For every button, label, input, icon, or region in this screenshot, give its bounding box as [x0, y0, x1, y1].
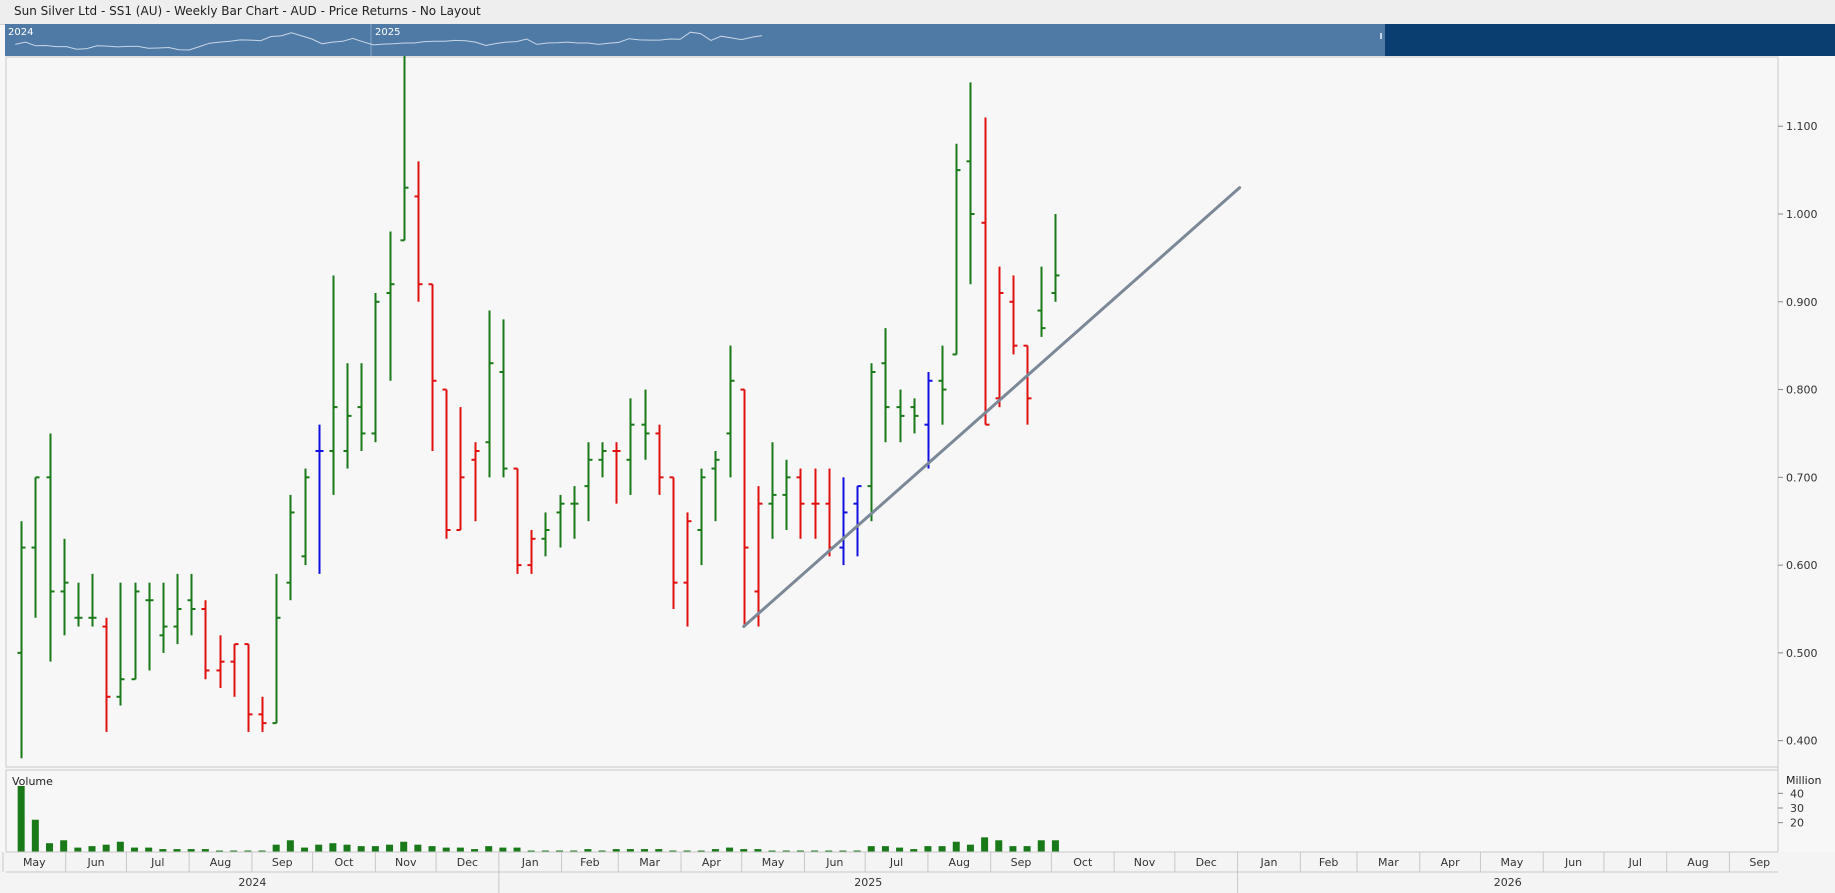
- volume-bar[interactable]: [456, 847, 464, 852]
- volume-bar[interactable]: [60, 840, 68, 852]
- month-label: Aug: [1687, 856, 1708, 869]
- volume-bar[interactable]: [485, 846, 493, 852]
- month-label: May: [1500, 856, 1523, 869]
- volume-bar[interactable]: [357, 846, 365, 852]
- month-label: Jun: [825, 856, 843, 869]
- y-tick-label: 0.600: [1786, 559, 1818, 572]
- y-tick-label: 1.100: [1786, 120, 1818, 133]
- volume-bar[interactable]: [386, 844, 394, 852]
- month-label: Mar: [1378, 856, 1399, 869]
- chart-canvas[interactable]: 2024 2025 1.100 1.000 0.900 0.800 0.700 0.600 0.…: [0, 0, 1835, 893]
- volume-tick-label: 20: [1790, 817, 1804, 830]
- month-label: Jun: [86, 856, 104, 869]
- volume-bar[interactable]: [343, 844, 351, 852]
- month-label: Sep: [272, 856, 293, 869]
- y-tick-label: 1.000: [1786, 208, 1818, 221]
- month-label: May: [762, 856, 785, 869]
- volume-bar[interactable]: [966, 844, 974, 852]
- volume-bar[interactable]: [1023, 846, 1031, 852]
- month-label: Jan: [521, 856, 539, 869]
- volume-bar[interactable]: [400, 841, 408, 852]
- month-label: Jul: [889, 856, 903, 869]
- month-label: Nov: [395, 856, 417, 869]
- volume-tick-label: 40: [1790, 787, 1804, 800]
- volume-bar[interactable]: [881, 846, 889, 852]
- volume-bar[interactable]: [116, 841, 124, 852]
- month-label: Jan: [1259, 856, 1277, 869]
- month-label: Dec: [457, 856, 478, 869]
- month-label: Jul: [150, 856, 164, 869]
- month-label: Dec: [1196, 856, 1217, 869]
- month-label: Jun: [1564, 856, 1582, 869]
- volume-panel: [5, 769, 1779, 853]
- volume-bar[interactable]: [74, 847, 82, 852]
- year-label: 2024: [238, 876, 266, 889]
- month-label: Aug: [210, 856, 231, 869]
- navigator-year-label: 2025: [375, 27, 400, 38]
- navigator-future-region: [1385, 24, 1835, 56]
- volume-unit-label: Million: [1786, 774, 1821, 787]
- volume-bar[interactable]: [1051, 840, 1059, 852]
- year-label: 2026: [1494, 876, 1522, 889]
- volume-bar[interactable]: [952, 841, 960, 852]
- volume-bar[interactable]: [499, 847, 507, 852]
- volume-bar[interactable]: [31, 819, 39, 852]
- volume-bar[interactable]: [414, 844, 422, 852]
- chart-window: Sun Silver Ltd - SS1 (AU) - Weekly Bar C…: [0, 0, 1835, 893]
- volume-bar[interactable]: [1037, 840, 1045, 852]
- y-tick-label: 0.700: [1786, 471, 1818, 484]
- volume-bar[interactable]: [938, 846, 946, 852]
- volume-bar[interactable]: [981, 837, 989, 852]
- volume-bar[interactable]: [46, 843, 54, 852]
- volume-bar[interactable]: [272, 844, 280, 852]
- volume-bar[interactable]: [428, 846, 436, 852]
- month-label: Sep: [1749, 856, 1770, 869]
- volume-bar[interactable]: [924, 846, 932, 852]
- volume-bar[interactable]: [867, 846, 875, 852]
- volume-bar[interactable]: [301, 847, 309, 852]
- price-panel: [5, 56, 1779, 768]
- volume-bar[interactable]: [102, 844, 110, 852]
- volume-bar[interactable]: [145, 847, 153, 852]
- y-tick-label: 0.400: [1786, 735, 1818, 748]
- volume-bar[interactable]: [88, 846, 96, 852]
- month-label: Feb: [1319, 856, 1338, 869]
- volume-bar[interactable]: [1009, 846, 1017, 852]
- volume-tick-label: 30: [1790, 802, 1804, 815]
- volume-bar[interactable]: [17, 786, 25, 852]
- month-label: Sep: [1011, 856, 1032, 869]
- volume-bar[interactable]: [442, 847, 450, 852]
- month-label: Oct: [334, 856, 354, 869]
- y-tick-label: 0.900: [1786, 296, 1818, 309]
- month-label: Feb: [580, 856, 599, 869]
- month-label: Apr: [1441, 856, 1461, 869]
- month-label: Oct: [1073, 856, 1093, 869]
- month-label: May: [23, 856, 46, 869]
- volume-bar[interactable]: [329, 843, 337, 852]
- month-label: Apr: [702, 856, 722, 869]
- month-label: Nov: [1134, 856, 1156, 869]
- month-label: Jul: [1628, 856, 1642, 869]
- y-tick-label: 0.800: [1786, 384, 1818, 397]
- volume-bar[interactable]: [315, 844, 323, 852]
- volume-bar[interactable]: [371, 846, 379, 852]
- y-tick-label: 0.500: [1786, 647, 1818, 660]
- volume-bar[interactable]: [896, 847, 904, 852]
- volume-bar[interactable]: [286, 840, 294, 852]
- volume-bar[interactable]: [726, 847, 734, 852]
- month-label: Aug: [949, 856, 970, 869]
- volume-bar[interactable]: [131, 847, 139, 852]
- navigator-year-label: 2024: [8, 27, 33, 38]
- volume-bar[interactable]: [513, 847, 521, 852]
- volume-bar[interactable]: [995, 840, 1003, 852]
- year-label: 2025: [854, 876, 882, 889]
- month-label: Mar: [639, 856, 660, 869]
